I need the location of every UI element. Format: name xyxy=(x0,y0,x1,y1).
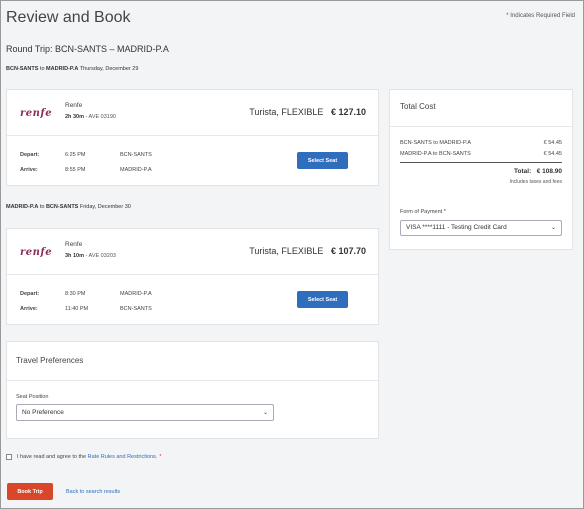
arrive-station: BCN-SANTS xyxy=(120,306,152,312)
train-card-outbound: renfe Renfe 2h 30m - AVE 03190 Turista, … xyxy=(6,89,379,186)
depart-label: Depart: xyxy=(20,152,40,158)
fare-price: € 127.10 xyxy=(330,107,366,117)
taxes-note: Includes taxes and fees xyxy=(509,179,562,185)
segment-from: BCN-SANTS xyxy=(6,66,39,72)
payment-value: VISA ****1111 - Testing Credit Card xyxy=(406,224,507,231)
duration-value: 2h 30m xyxy=(65,114,84,120)
arrive-station: MADRID-P.A xyxy=(120,167,152,173)
segment-date: Thursday, December 29 xyxy=(79,66,139,72)
total-cost-title: Total Cost xyxy=(400,102,436,111)
segment-connector: to xyxy=(39,204,45,210)
train-number: - AVE 03203 xyxy=(85,253,116,259)
arrive-time: 8:55 PM xyxy=(65,167,86,173)
total-label: Total: xyxy=(514,168,532,175)
carrier-name: Renfe xyxy=(65,102,83,109)
arrive-label: Arrive: xyxy=(20,306,38,312)
fare-class: Turista, FLEXIBLE xyxy=(249,246,324,256)
page-title: Review and Book xyxy=(6,9,131,26)
terms-text: I have read and agree to the xyxy=(17,454,87,460)
segment-connector: to xyxy=(39,66,45,72)
cost-line-outbound: BCN-SANTS to MADRID-P.A € 54.45 xyxy=(400,140,562,146)
trip-duration: 2h 30m - AVE 03190 xyxy=(65,114,116,120)
segment-header-return: MADRID-P.A to BCN-SANTS Friday, December… xyxy=(6,204,131,210)
fare-price: € 107.70 xyxy=(330,246,366,256)
book-trip-button[interactable]: Book Trip xyxy=(7,483,53,500)
depart-time: 6:25 PM xyxy=(65,152,86,158)
payment-label: Form of Payment * xyxy=(400,209,446,215)
fare-class: Turista, FLEXIBLE xyxy=(249,107,324,117)
seat-position-select[interactable]: No Preference ⌄ xyxy=(16,404,274,421)
terms-checkbox[interactable] xyxy=(6,454,12,460)
carrier-name: Renfe xyxy=(65,241,83,248)
select-seat-button[interactable]: Select Seat xyxy=(297,291,348,308)
fare-summary: Turista, FLEXIBLE € 127.10 xyxy=(249,107,366,117)
trip-duration: 3h 10m - AVE 03203 xyxy=(65,253,116,259)
depart-label: Depart: xyxy=(20,291,40,297)
train-card-header: renfe Renfe 3h 10m - AVE 03203 Turista, … xyxy=(7,229,378,275)
segment-to: BCN-SANTS xyxy=(45,204,79,210)
travel-preferences-card: Travel Preferences Seat Position No Pref… xyxy=(6,341,379,439)
chevron-down-icon: ⌄ xyxy=(262,410,268,416)
depart-station: MADRID-P.A xyxy=(120,291,152,297)
cost-line-amount: € 54.45 xyxy=(543,151,562,157)
cost-line-amount: € 54.45 xyxy=(543,140,562,146)
train-number: - AVE 03190 xyxy=(85,114,116,120)
depart-time: 8:30 PM xyxy=(65,291,86,297)
terms-agreement: I have read and agree to the Rate Rules … xyxy=(6,454,161,460)
rate-rules-link[interactable]: Rate Rules and Restrictions. xyxy=(88,454,158,460)
total-divider xyxy=(400,162,562,163)
chevron-down-icon: ⌄ xyxy=(550,225,556,231)
train-card-header: renfe Renfe 2h 30m - AVE 03190 Turista, … xyxy=(7,90,378,136)
divider xyxy=(7,380,378,381)
required-asterisk: * xyxy=(159,454,162,460)
trip-heading: Round Trip: BCN-SANTS – MADRID-P.A xyxy=(6,44,169,54)
total-line: Total: € 108.90 xyxy=(514,168,562,175)
cost-line-label: BCN-SANTS to MADRID-P.A xyxy=(400,140,472,146)
segment-header-outbound: BCN-SANTS to MADRID-P.A Thursday, Decemb… xyxy=(6,66,138,72)
seat-position-value: No Preference xyxy=(22,409,64,416)
travel-preferences-title: Travel Preferences xyxy=(16,356,84,365)
payment-select[interactable]: VISA ****1111 - Testing Credit Card ⌄ xyxy=(400,220,562,236)
seat-position-label: Seat Position xyxy=(16,394,49,400)
arrive-time: 11:40 PM xyxy=(65,306,89,312)
fare-summary: Turista, FLEXIBLE € 107.70 xyxy=(249,246,366,256)
cost-line-return: MADRID-P.A to BCN-SANTS € 54.45 xyxy=(400,151,562,157)
segment-to: MADRID-P.A xyxy=(46,66,79,72)
depart-station: BCN-SANTS xyxy=(120,152,152,158)
renfe-logo: renfe xyxy=(20,247,53,258)
train-card-return: renfe Renfe 3h 10m - AVE 03203 Turista, … xyxy=(6,228,379,325)
segment-date: Friday, December 30 xyxy=(79,204,131,210)
select-seat-button[interactable]: Select Seat xyxy=(297,152,348,169)
cost-line-label: MADRID-P.A to BCN-SANTS xyxy=(400,151,471,157)
arrive-label: Arrive: xyxy=(20,167,38,173)
segment-from: MADRID-P.A xyxy=(6,204,39,210)
required-field-note: * Indicates Required Field xyxy=(506,13,575,19)
renfe-logo: renfe xyxy=(20,108,53,119)
back-to-search-link[interactable]: Back to search results xyxy=(66,489,120,495)
divider xyxy=(390,126,572,127)
total-amount: € 108.90 xyxy=(536,168,562,175)
total-cost-panel: Total Cost BCN-SANTS to MADRID-P.A € 54.… xyxy=(389,89,573,250)
duration-value: 3h 10m xyxy=(65,253,84,259)
